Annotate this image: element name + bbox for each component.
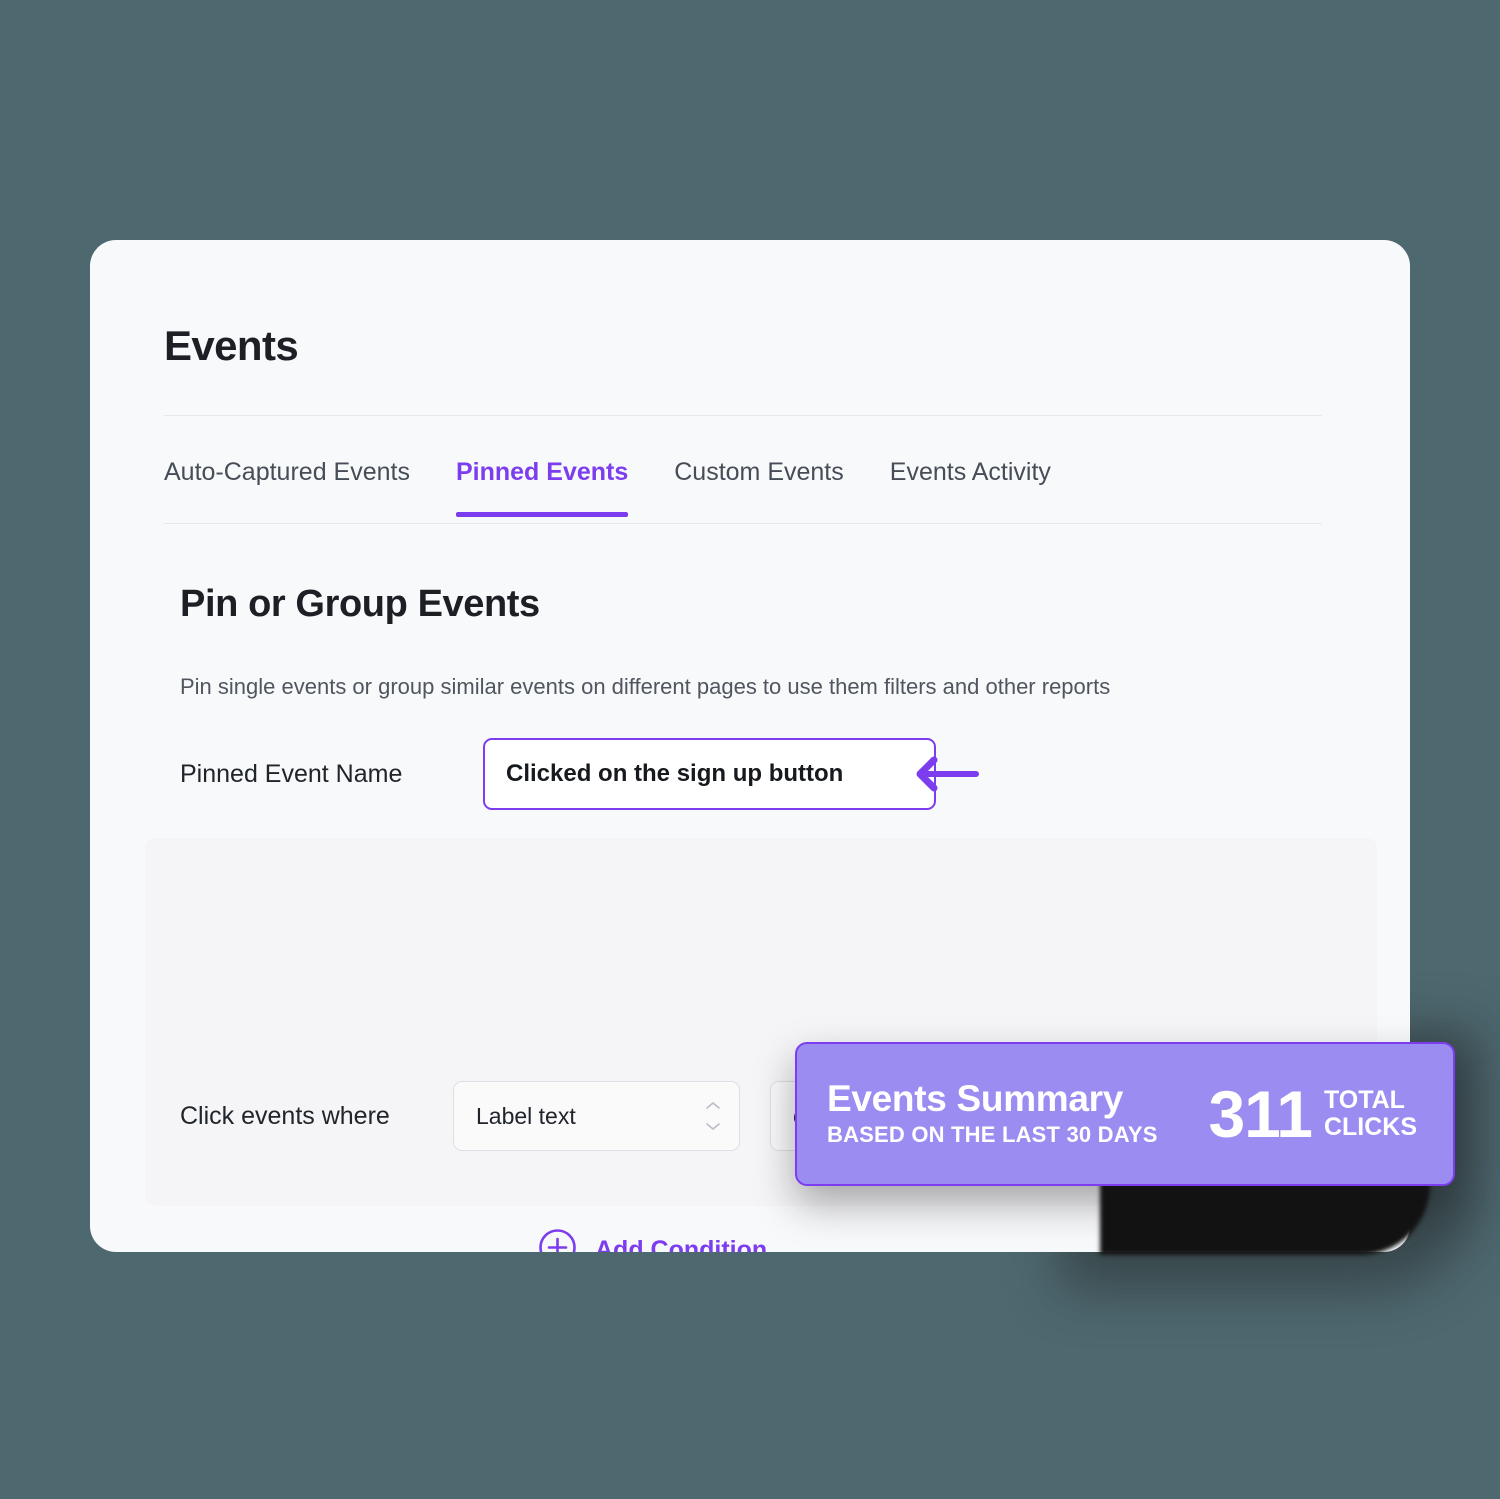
tab-label: Auto-Captured Events [164,458,410,486]
condition-attribute-select[interactable]: Label text [453,1081,740,1151]
pinned-event-name-row: Pinned Event Name Clicked on the sign up… [180,738,936,810]
tabs-divider [164,523,1322,524]
pinned-event-name-input[interactable]: Clicked on the sign up button [483,738,936,810]
tab-custom-events[interactable]: Custom Events [674,436,844,517]
summary-title: Events Summary [827,1078,1124,1120]
tab-label: Pinned Events [455,458,629,486]
events-summary-card: Events Summary BASED ON THE LAST 30 DAYS… [795,1042,1455,1186]
add-condition-button[interactable]: Add Condition [538,1228,767,1252]
tab-label: Events Activity [889,458,1051,486]
tab-label: Custom Events [674,458,844,486]
stepper-icon [705,1101,721,1131]
plus-circle-icon [538,1228,577,1252]
summary-unit-label: TOTAL CLICKS [1324,1087,1417,1141]
condition-row-label: Click events where [180,1101,390,1130]
condition-attribute-value: Label text [476,1102,576,1129]
summary-subtitle: BASED ON THE LAST 30 DAYS [827,1121,1158,1147]
section-title: Pin or Group Events [180,583,540,625]
tab-auto-captured-events[interactable]: Auto-Captured Events [164,436,410,517]
tab-bar: Auto-Captured Events Pinned Events Custo… [164,436,1322,524]
summary-right: 311 TOTAL CLICKS [1208,1076,1453,1151]
tab-pinned-events[interactable]: Pinned Events [455,436,629,517]
page-title: Events [164,322,299,369]
section-description: Pin single events or group similar event… [180,674,1111,699]
summary-total-clicks-number: 311 [1208,1076,1312,1151]
pinned-event-name-label: Pinned Event Name [180,759,403,788]
tab-events-activity[interactable]: Events Activity [890,436,1051,517]
summary-unit-line-2: CLICKS [1323,1113,1417,1141]
header-divider [164,415,1322,416]
summary-unit-line-1: TOTAL [1323,1086,1405,1114]
add-condition-label: Add Condition [595,1235,768,1253]
summary-left: Events Summary BASED ON THE LAST 30 DAYS [797,1078,1208,1148]
